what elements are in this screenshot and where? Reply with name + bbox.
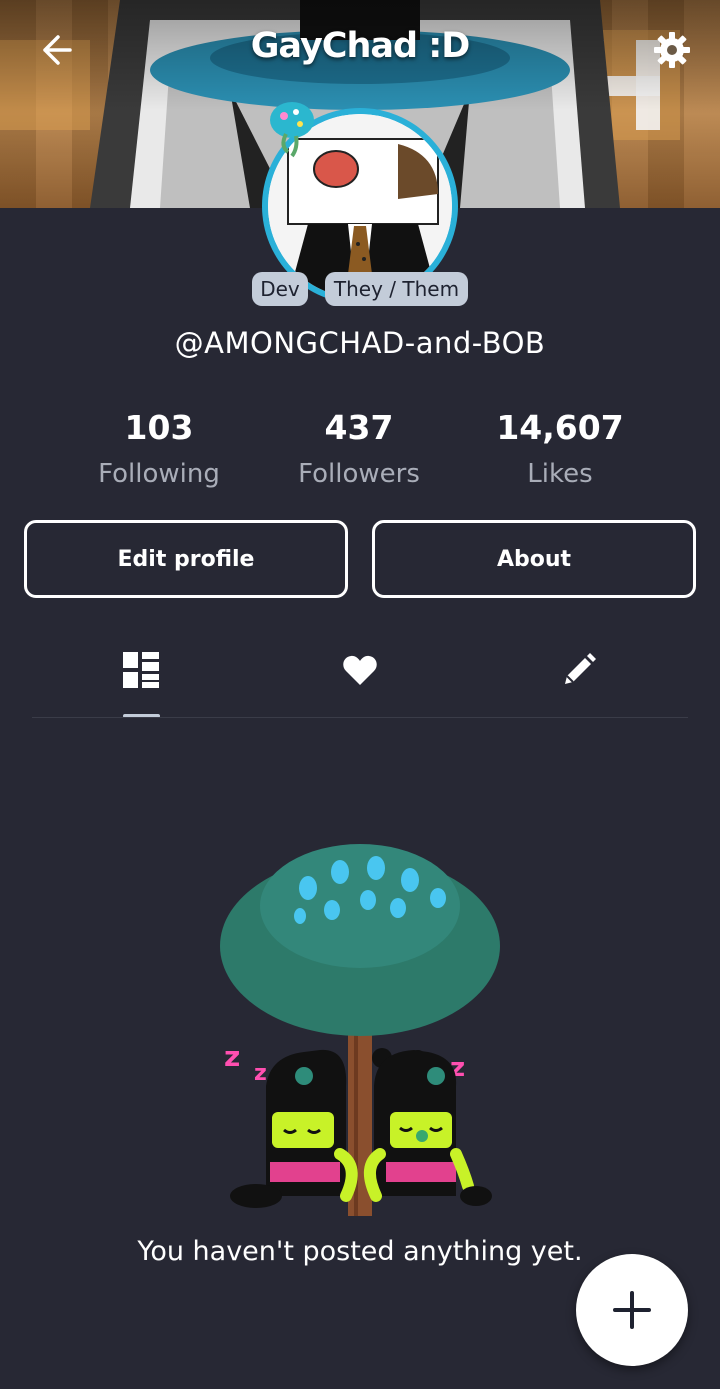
plus-icon: [613, 1291, 651, 1329]
avatar-hat-decoration: [270, 102, 314, 158]
stat-followers[interactable]: 437 Followers: [259, 408, 459, 489]
back-button[interactable]: [34, 28, 78, 72]
stat-following[interactable]: 103 Following: [59, 408, 259, 489]
pencil-icon: [565, 653, 596, 684]
stat-label: Likes: [527, 459, 593, 489]
stat-likes: 14,607 Likes: [460, 408, 660, 489]
stat-value: 103: [124, 408, 194, 447]
gear-icon: [654, 32, 690, 68]
badge-pronouns: They / Them: [325, 272, 468, 306]
about-button[interactable]: About: [372, 520, 696, 598]
svg-text:z: z: [224, 1040, 240, 1073]
stat-value: 14,607: [496, 408, 624, 447]
tab-posts[interactable]: [117, 646, 165, 694]
heart-icon: [343, 655, 377, 685]
arrow-left-icon: [43, 35, 72, 65]
posts-grid-icon: [123, 652, 159, 688]
svg-text:z: z: [254, 1061, 267, 1086]
stat-label: Followers: [298, 459, 420, 489]
stat-value: 437: [324, 408, 394, 447]
settings-button[interactable]: [648, 26, 696, 74]
stat-label: Following: [98, 459, 220, 489]
display-name: GayChad :D: [250, 26, 471, 66]
create-post-button[interactable]: [576, 1254, 688, 1366]
badge-dev: Dev: [252, 272, 308, 306]
profile-badges: Dev They / Them: [0, 272, 720, 308]
tab-likes[interactable]: [336, 646, 384, 694]
username: @AMONGCHAD-and-BOB: [174, 326, 546, 360]
edit-profile-button[interactable]: Edit profile: [24, 520, 348, 598]
sleeping-characters-illustration: z z z: [220, 844, 500, 1216]
tab-drafts[interactable]: [555, 646, 603, 694]
tab-divider: [32, 717, 688, 718]
